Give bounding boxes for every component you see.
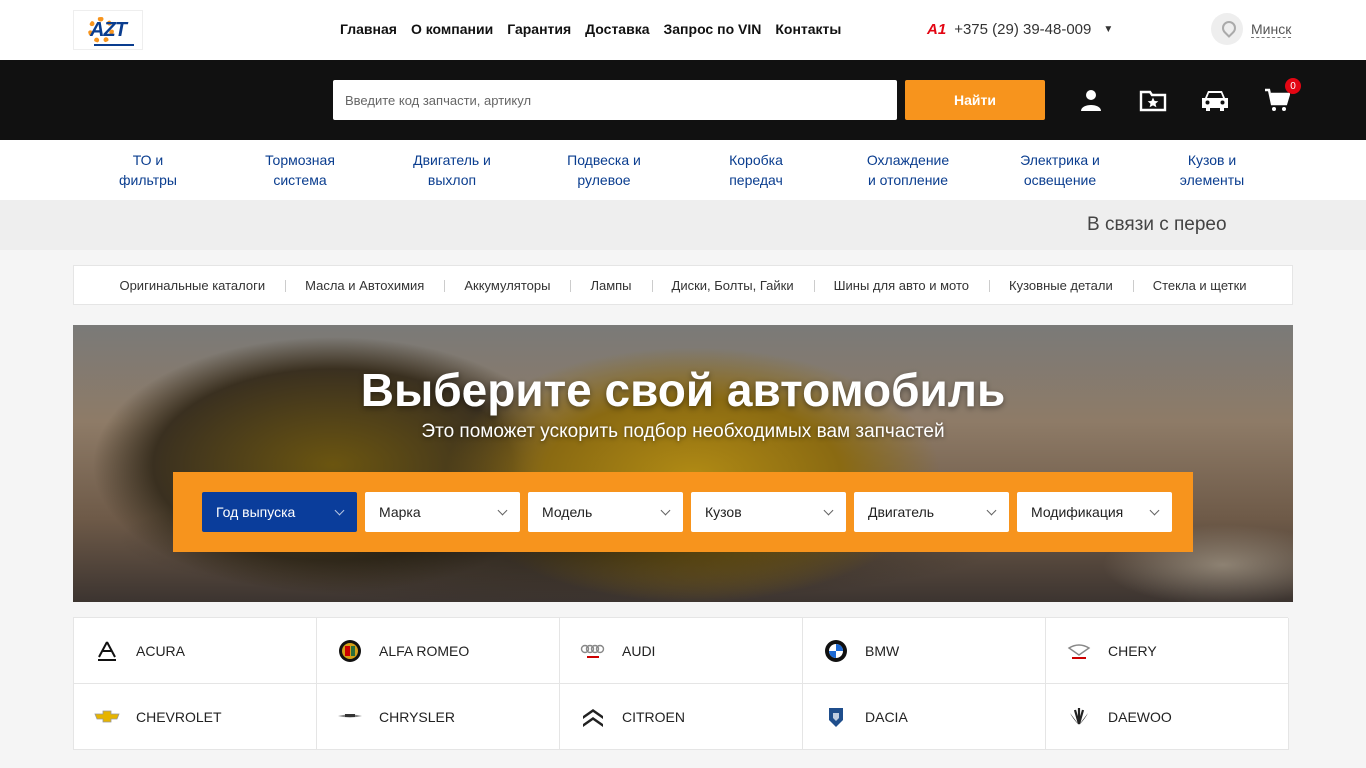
category-suspension[interactable]: Подвеска и рулевое	[534, 150, 674, 190]
category-body[interactable]: Кузов и элементы	[1142, 150, 1282, 190]
chevron-down-icon	[823, 505, 834, 515]
caret-down-icon: ▼	[1103, 24, 1114, 35]
audi-logo-icon	[580, 638, 606, 664]
top-nav: Главная О компании Гарантия Доставка Зап…	[340, 21, 841, 37]
cart-count-badge: 0	[1285, 78, 1301, 94]
citroen-logo-icon	[580, 704, 606, 730]
brand-item-alfa-romeo[interactable]: ALFA ROMEO	[317, 618, 560, 684]
hero-banner: Выберите свой автомобиль Это поможет уск…	[73, 325, 1293, 602]
city-selector[interactable]: Минск	[1211, 13, 1292, 45]
subnav-wheels-bolts[interactable]: Диски, Болты, Гайки	[651, 278, 814, 293]
subnav-original-catalogs[interactable]: Оригинальные каталоги	[99, 278, 285, 293]
chevron-down-icon	[497, 505, 508, 515]
brand-item-citroen[interactable]: CITROEN	[560, 684, 803, 750]
nav-link-vin-request[interactable]: Запрос по VIN	[664, 21, 762, 37]
daewoo-logo-icon	[1066, 704, 1092, 730]
account-button[interactable]	[1073, 82, 1109, 118]
hero-subtitle: Это поможет ускорить подбор необходимых …	[421, 421, 945, 442]
car-icon	[1202, 91, 1228, 111]
acura-logo-icon	[94, 638, 120, 664]
subnav-batteries[interactable]: Аккумуляторы	[444, 278, 570, 293]
subnav-tires[interactable]: Шины для авто и мото	[813, 278, 989, 293]
year-select[interactable]: Год выпуска	[202, 492, 357, 532]
nav-link-delivery[interactable]: Доставка	[585, 21, 649, 37]
nav-link-home[interactable]: Главная	[340, 21, 397, 37]
location-pin-icon	[1211, 13, 1243, 45]
top-header: AZT Главная О компании Гарантия Доставка…	[0, 0, 1366, 60]
brand-item-chevrolet[interactable]: CHEVROLET	[74, 684, 317, 750]
category-engine[interactable]: Двигатель и выхлоп	[382, 150, 522, 190]
cart-icon	[1265, 88, 1290, 111]
secondary-nav: Оригинальные каталоги Масла и Автохимия …	[73, 265, 1293, 305]
nav-link-about[interactable]: О компании	[411, 21, 493, 37]
bmw-logo-icon	[823, 638, 849, 664]
ticker-text: В связи с перео	[1087, 214, 1227, 235]
favorites-button[interactable]	[1135, 82, 1171, 118]
city-name: Минск	[1251, 20, 1292, 38]
chery-logo-icon	[1066, 638, 1092, 664]
modification-select[interactable]: Модификация	[1017, 492, 1172, 532]
folder-star-icon	[1139, 90, 1167, 112]
chevron-down-icon	[986, 505, 997, 515]
garage-button[interactable]	[1197, 82, 1233, 118]
subnav-lamps[interactable]: Лампы	[570, 278, 651, 293]
brand-item-acura[interactable]: ACURA	[74, 618, 317, 684]
brand-item-bmw[interactable]: BMW	[803, 618, 1046, 684]
category-brakes[interactable]: Тормозная система	[230, 150, 370, 190]
nav-link-contacts[interactable]: Контакты	[775, 21, 841, 37]
brand-item-daewoo[interactable]: DAEWOO	[1046, 684, 1289, 750]
hero-title: Выберите свой автомобиль	[360, 364, 1006, 416]
brand-item-chrysler[interactable]: CHRYSLER	[317, 684, 560, 750]
subnav-oils-chemicals[interactable]: Масла и Автохимия	[285, 278, 444, 293]
brand-item-dacia[interactable]: DACIA	[803, 684, 1046, 750]
brand-item-audi[interactable]: AUDI	[560, 618, 803, 684]
model-select[interactable]: Модель	[528, 492, 683, 532]
chevron-down-icon	[334, 505, 345, 515]
body-select[interactable]: Кузов	[691, 492, 846, 532]
cart-button[interactable]: 0	[1259, 78, 1301, 118]
brands-grid: ACURA ALFA ROMEO AUDI BMW CHERY CHEVROLE…	[73, 617, 1289, 750]
nav-link-warranty[interactable]: Гарантия	[507, 21, 571, 37]
category-cooling[interactable]: Охлаждение и отопление	[838, 150, 978, 190]
alfa-romeo-logo-icon	[337, 638, 363, 664]
search-bar: Найти 0	[0, 60, 1366, 140]
phone-dropdown[interactable]: A1 +375 (29) 39-48-009 ▼	[927, 21, 1113, 38]
chevron-down-icon	[660, 505, 671, 515]
category-gearbox[interactable]: Коробка передач	[686, 150, 826, 190]
category-electrics[interactable]: Электрика и освещение	[990, 150, 1130, 190]
subnav-glass-wipers[interactable]: Стекла и щетки	[1132, 278, 1267, 293]
brand-item-chery[interactable]: CHERY	[1046, 618, 1289, 684]
site-logo[interactable]: AZT	[73, 10, 143, 50]
chevrolet-logo-icon	[94, 704, 120, 730]
engine-select[interactable]: Двигатель	[854, 492, 1009, 532]
user-icon	[1081, 90, 1101, 111]
category-maintenance[interactable]: ТО и фильтры	[78, 150, 218, 190]
make-select[interactable]: Марка	[365, 492, 520, 532]
dacia-logo-icon	[823, 704, 849, 730]
search-button[interactable]: Найти	[905, 80, 1045, 120]
announcement-ticker: В связи с перео	[0, 200, 1366, 250]
vehicle-selector: Год выпуска Марка Модель Кузов Двигатель…	[173, 472, 1193, 552]
a1-operator-icon: A1	[927, 21, 947, 38]
category-menu: ТО и фильтры Тормозная система Двигатель и…	[0, 140, 1366, 200]
search-input[interactable]	[333, 80, 897, 120]
chrysler-logo-icon	[337, 704, 363, 730]
chevron-down-icon	[1149, 505, 1160, 515]
logo-text: AZT	[90, 18, 127, 41]
phone-number: +375 (29) 39-48-009	[954, 21, 1092, 38]
subnav-body-parts[interactable]: Кузовные детали	[989, 278, 1133, 293]
